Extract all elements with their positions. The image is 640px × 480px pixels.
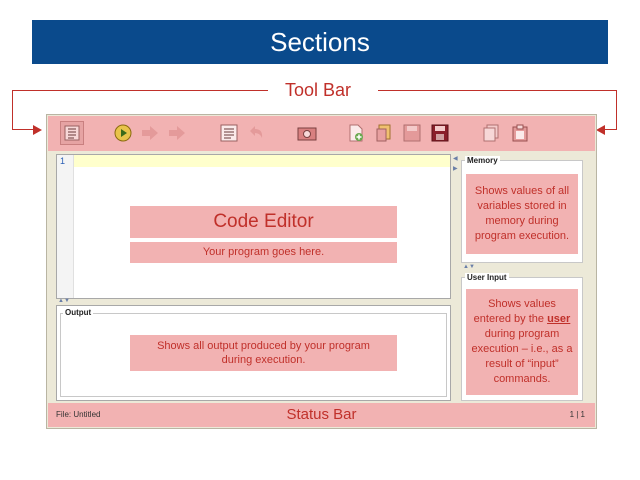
memory-collapse-arrows-icon[interactable]: ▲▼ (463, 264, 475, 270)
collapse-arrows-icon[interactable]: ▲▼ (58, 298, 70, 304)
new-file-button[interactable] (344, 121, 368, 145)
page-indicator: 1 | 1 (569, 410, 585, 419)
code-editor-title: Code Editor (213, 211, 314, 232)
left-bracket-top (12, 90, 268, 91)
right-bracket-bottom (604, 129, 617, 130)
save-as-button[interactable] (428, 121, 452, 145)
right-bracket-vertical (616, 90, 617, 130)
camera-button[interactable] (295, 121, 319, 145)
line-gutter (57, 155, 74, 298)
code-editor-subtitle: Your program goes here. (202, 246, 325, 258)
output-description: Shows all output produced by your progra… (157, 340, 370, 366)
user-input-desc-after: during program execution – i.e., as a re… (471, 328, 573, 385)
save-icon (403, 124, 421, 142)
user-input-legend: User Input (465, 273, 509, 282)
status-bar: File: Untitled Status Bar 1 | 1 (48, 403, 595, 427)
code-editor-title-box: Code Editor (130, 206, 397, 238)
output-legend: Output (63, 308, 94, 317)
slide-title: Sections (270, 26, 370, 57)
code-view-icon (64, 125, 80, 141)
current-line-highlight (74, 155, 450, 167)
copy-button[interactable] (479, 121, 503, 145)
left-arrowhead-icon (33, 125, 42, 135)
memory-legend: Memory (465, 156, 500, 165)
run-button[interactable] (111, 121, 135, 145)
step-button[interactable] (138, 121, 162, 145)
memory-panel: Memory Shows values of all variables sto… (461, 156, 583, 263)
undo-icon (250, 126, 263, 138)
memory-description: Shows values of all variables stored in … (474, 185, 570, 242)
split-right-arrow-icon[interactable]: ▶ (453, 165, 458, 172)
slide-title-banner: Sections (32, 20, 608, 64)
user-input-panel: User Input Shows values entered by the u… (461, 273, 583, 401)
user-input-description: Shows values entered by the user during … (466, 297, 578, 387)
output-panel: Output Shows all output produced by your… (56, 305, 451, 401)
camera-icon (297, 127, 317, 141)
open-file-button[interactable] (372, 121, 396, 145)
split-left-arrow-icon[interactable]: ◀ (453, 155, 458, 162)
toolbar (48, 116, 595, 151)
paste-button[interactable] (508, 121, 532, 145)
open-file-icon (376, 124, 391, 142)
left-bracket-bottom (12, 129, 34, 130)
copy-icon (483, 124, 499, 142)
left-bracket-vertical (12, 90, 13, 130)
list-button[interactable] (217, 121, 241, 145)
step-over-button[interactable] (165, 121, 189, 145)
code-view-button[interactable] (60, 121, 84, 145)
right-bracket-top (378, 90, 616, 91)
run-icon (114, 124, 132, 142)
code-editor-panel[interactable]: 1 Code Editor Your program goes here. (56, 154, 451, 299)
new-file-icon (349, 124, 363, 142)
memory-description-box: Shows values of all variables stored in … (466, 174, 578, 254)
right-arrowhead-icon (596, 125, 605, 135)
code-editor-subtitle-box: Your program goes here. (130, 242, 397, 263)
list-icon (220, 124, 238, 142)
toolbar-caption: Tool Bar (284, 80, 352, 100)
step-icon (142, 126, 158, 140)
output-description-box: Shows all output produced by your progra… (130, 335, 397, 371)
user-input-desc-before: Shows values entered by the (473, 298, 556, 325)
status-bar-caption: Status Bar (286, 406, 357, 423)
save-as-icon (431, 124, 449, 142)
undo-button[interactable] (244, 121, 268, 145)
step-over-icon (169, 126, 185, 140)
paste-icon (512, 124, 528, 142)
app-window: 1 Code Editor Your program goes here. ▲▼… (46, 114, 597, 429)
vertical-splitter[interactable] (451, 154, 461, 401)
line-number: 1 (60, 156, 66, 166)
user-input-description-box: Shows values entered by the user during … (466, 289, 578, 395)
user-input-desc-emph: user (547, 313, 571, 325)
save-button[interactable] (400, 121, 424, 145)
